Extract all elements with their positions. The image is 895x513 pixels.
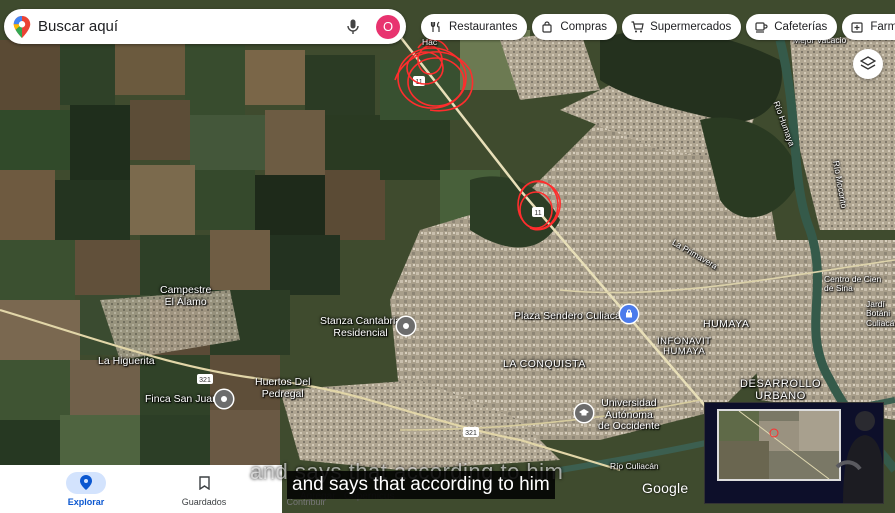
chip-label: Farmacias (870, 21, 895, 33)
poi-pin-finca-san-juan[interactable] (215, 390, 233, 408)
presenter-silhouette (835, 411, 883, 503)
layers-button[interactable] (853, 49, 883, 79)
label-plaza-sendero: Plaza Sendero Culiacán (514, 310, 627, 322)
label-humaya: HUMAYA (703, 318, 750, 330)
label-desarrollo-urbano: DESARROLLO URBANO (740, 378, 822, 403)
search-bar[interactable]: Buscar aquí O (4, 9, 406, 44)
nav-saved[interactable]: Guardados (158, 465, 250, 513)
fork-knife-icon (429, 20, 443, 34)
chip-supermercados[interactable]: Supermercados (622, 14, 742, 40)
webcam-overlay (704, 402, 884, 504)
svg-text:321: 321 (465, 430, 477, 437)
label-jardin-botanico: Jardí Botáni Culiacá (866, 299, 895, 328)
search-input[interactable]: Buscar aquí (38, 18, 344, 35)
layers-icon (860, 56, 876, 70)
chip-cafeterias[interactable]: Cafeterías (746, 14, 838, 40)
label-stanza-cantabria: Stanza Cantabria Residencial (320, 315, 402, 339)
label-finca-san-juan: Finca San Juan (145, 393, 218, 405)
chip-label: Supermercados (650, 21, 732, 33)
label-huertos-del-pedregal: Huertos Del Pedregal (255, 376, 311, 400)
chip-compras[interactable]: Compras (532, 14, 618, 40)
route-shield-321-west: 321 (197, 374, 213, 384)
circle-pin-icon (221, 396, 227, 402)
graduation-cap-icon (579, 409, 589, 416)
label-centro-de-ciencias: Centro de Cien de Sina (824, 274, 882, 294)
bottom-navigation: Explorar Guardados Contribuir (0, 465, 326, 513)
poi-pin-stanza[interactable] (397, 317, 415, 335)
label-la-conquista: LA CONQUISTA (503, 358, 586, 370)
shopping-bag-icon (626, 309, 632, 318)
svg-text:11: 11 (534, 210, 541, 217)
nav-explore[interactable]: Explorar (40, 465, 132, 513)
poi-pin-plaza-sendero[interactable] (620, 305, 638, 323)
label-la-higuerita: La Higuerita (98, 355, 155, 367)
chip-restaurantes[interactable]: Restaurantes (421, 14, 528, 40)
label-rio-culiacan: Río Culiacán (610, 461, 659, 471)
bookmark-icon (184, 472, 224, 494)
microphone-icon[interactable] (344, 18, 362, 36)
chip-label: Cafeterías (774, 21, 828, 33)
google-logo: Google (642, 480, 689, 496)
nav-explore-label: Explorar (67, 496, 105, 507)
chip-label: Restaurantes (449, 21, 518, 33)
pip-map-screen (717, 409, 841, 481)
account-avatar[interactable]: O (376, 14, 400, 39)
pharmacy-icon (850, 20, 864, 34)
route-shield-321-east: 321 (463, 427, 479, 437)
label-campestre-el-alamo: Campestre El Álamo (160, 284, 212, 308)
chip-label: Compras (560, 21, 608, 33)
nav-saved-label: Guardados (181, 496, 227, 507)
label-universidad-autonoma: Universidad Autónoma de Occidente (598, 397, 660, 433)
google-maps-pin-icon (13, 15, 31, 38)
category-chips: Restaurantes Compras Supermercados Cafet… (421, 14, 895, 40)
poi-pin-universidad[interactable] (575, 404, 593, 422)
shopping-cart-icon (630, 20, 644, 34)
explore-pin-icon (66, 471, 106, 494)
shopping-bag-icon (540, 20, 554, 34)
chip-farmacias[interactable]: Farmacias (842, 14, 895, 40)
route-shield-11-south: 11 (532, 207, 544, 217)
svg-text:321: 321 (199, 377, 211, 384)
coffee-cup-icon (754, 20, 768, 34)
label-infonavit-humaya: INFONAVIT HUMAYA (657, 336, 712, 358)
circle-pin-icon (403, 323, 409, 329)
video-subtitle: and says that according to him (287, 471, 555, 499)
